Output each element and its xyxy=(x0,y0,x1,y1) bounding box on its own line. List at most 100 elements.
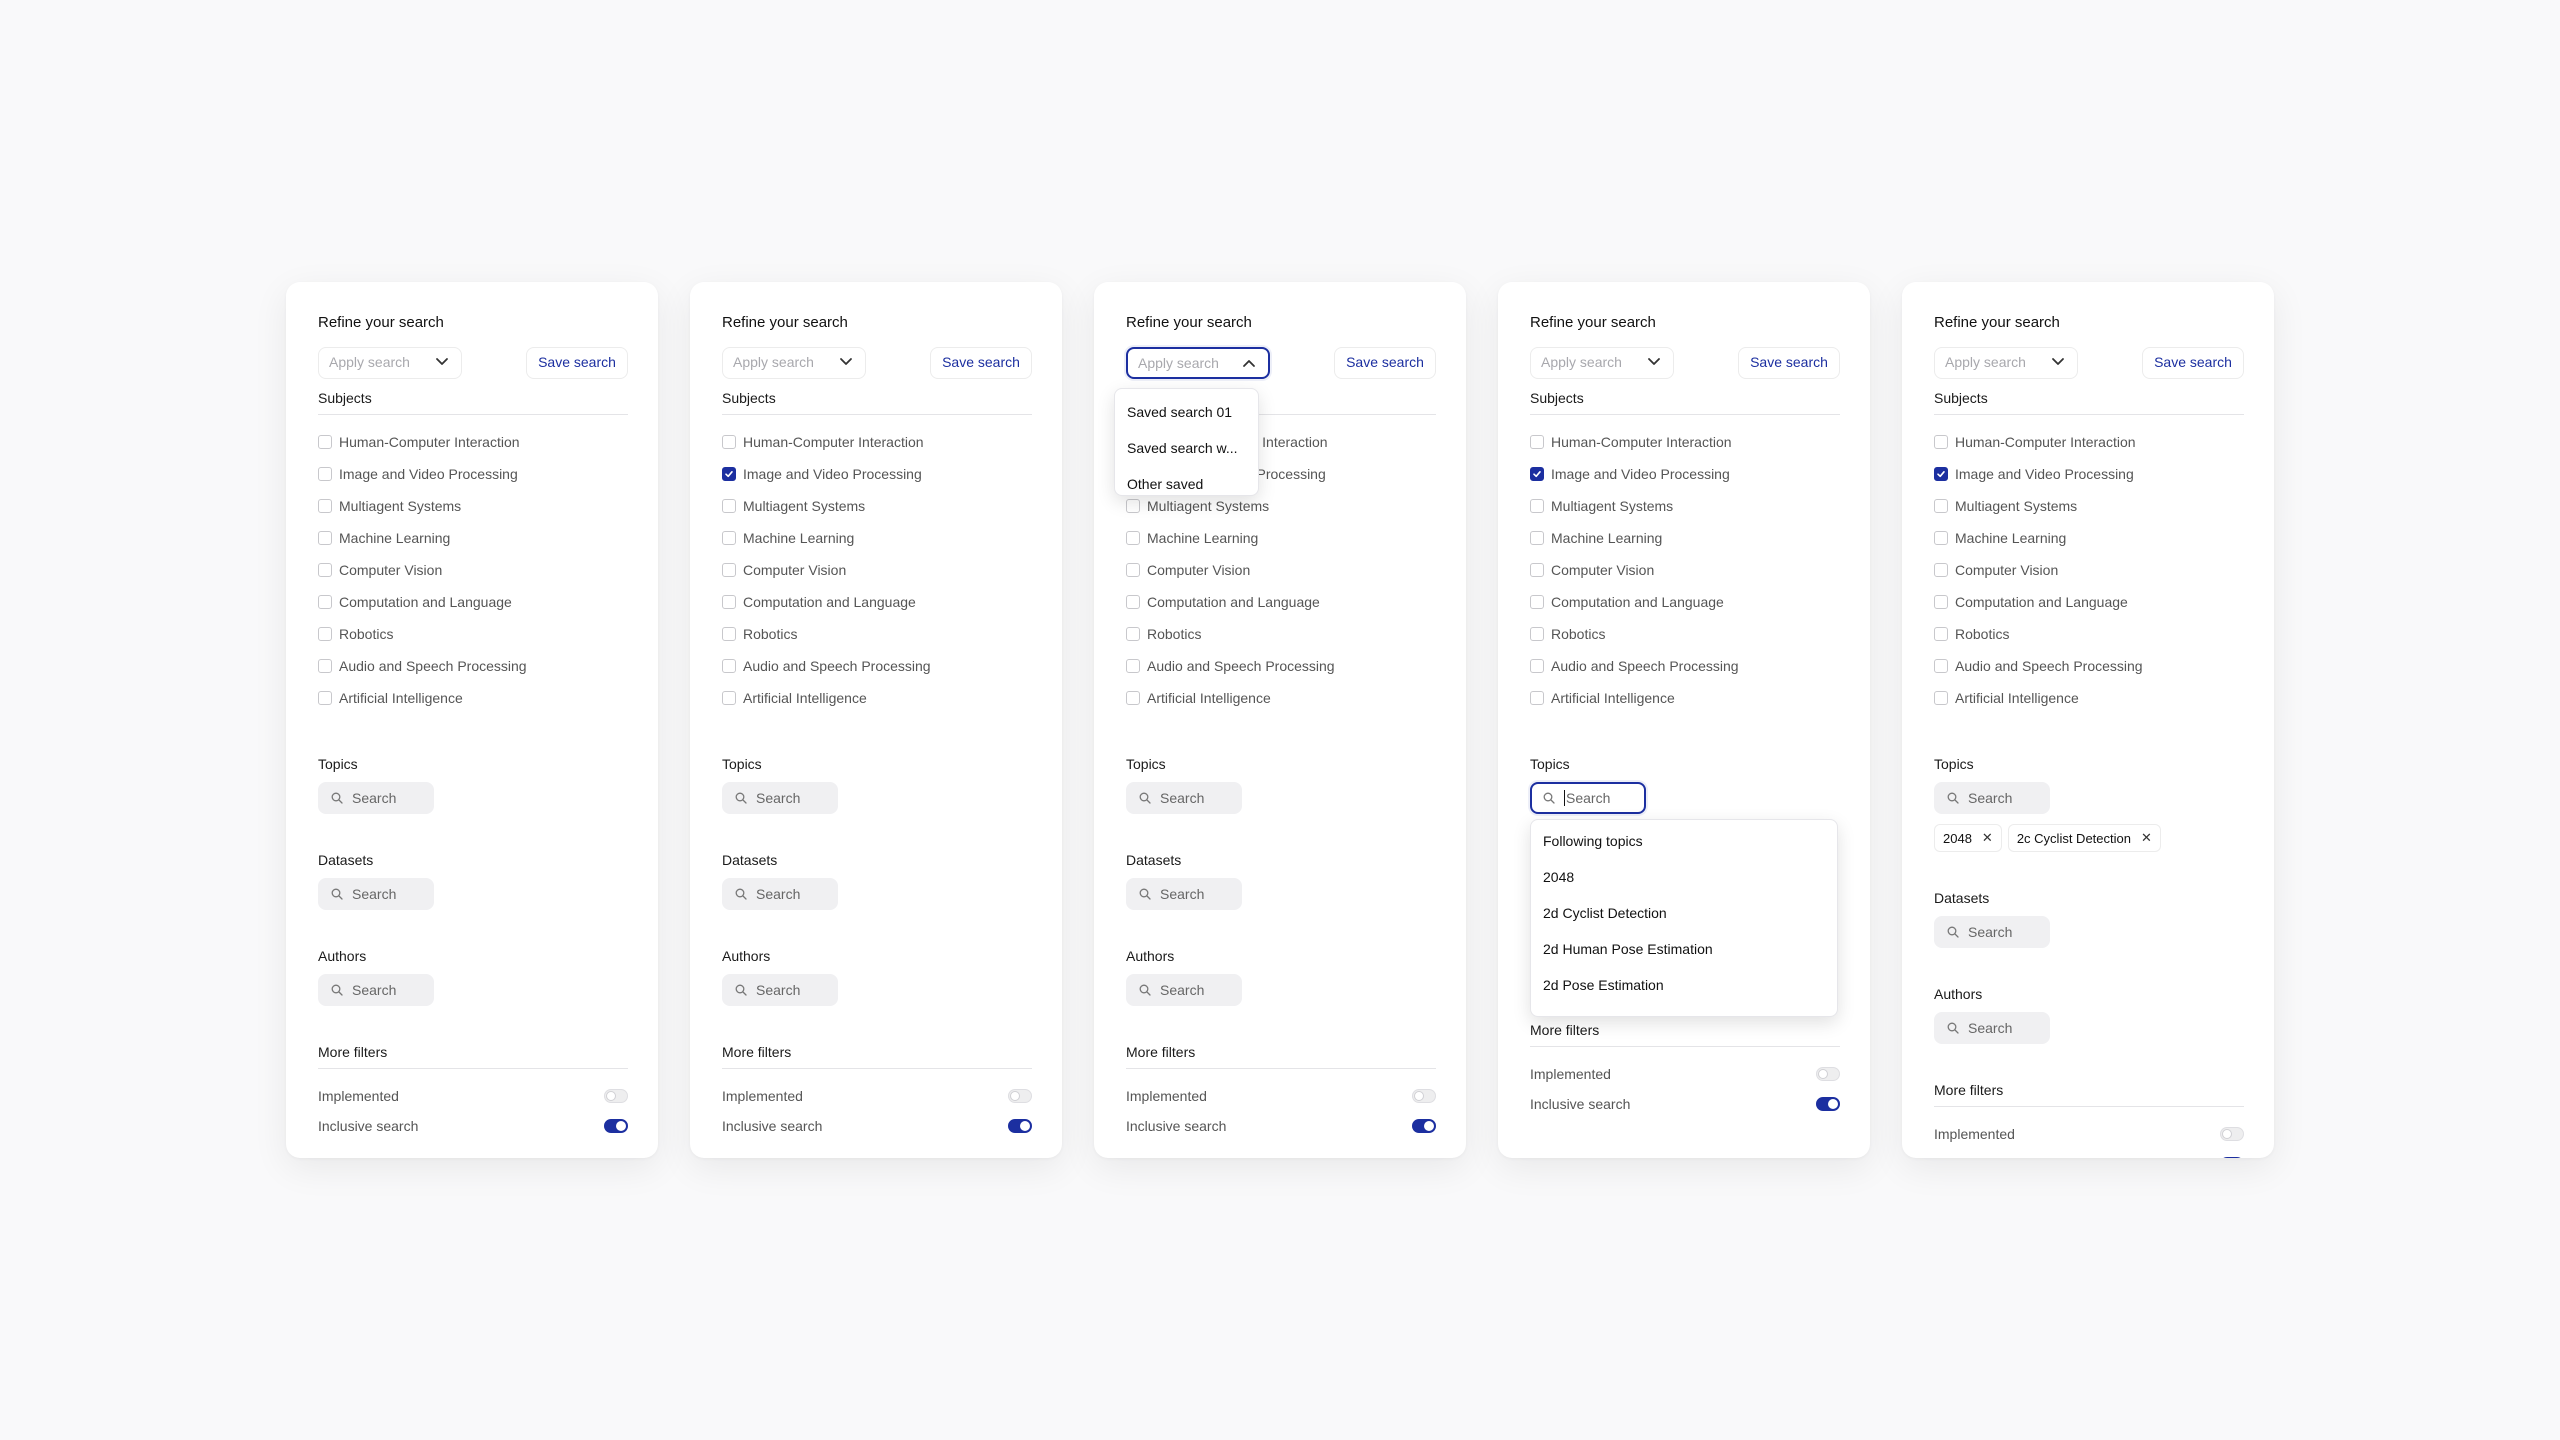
subject-item[interactable]: Robotics xyxy=(1934,618,2244,650)
checkbox[interactable] xyxy=(1934,499,1948,513)
subject-item[interactable]: Image and Video Processing xyxy=(722,458,1032,490)
checkbox[interactable] xyxy=(1934,659,1948,673)
checkbox[interactable] xyxy=(318,691,332,705)
inclusive-toggle[interactable] xyxy=(1412,1119,1436,1133)
subject-item[interactable]: Human-Computer Interaction xyxy=(1934,426,2244,458)
subject-item[interactable]: Machine Learning xyxy=(722,522,1032,554)
subject-item[interactable]: Computation and Language xyxy=(1934,586,2244,618)
subject-item[interactable]: Image and Video Processing xyxy=(1530,458,1840,490)
topics-search-input[interactable]: Search xyxy=(318,782,434,814)
saved-search-option[interactable]: Other saved xyxy=(1115,466,1258,495)
subject-item[interactable]: Computer Vision xyxy=(722,554,1032,586)
checkbox[interactable] xyxy=(318,659,332,673)
topic-option[interactable]: 3d Cyclist Detection xyxy=(1531,1003,1837,1016)
inclusive-toggle[interactable] xyxy=(604,1119,628,1133)
subject-item[interactable]: Human-Computer Interaction xyxy=(1530,426,1840,458)
subject-item[interactable]: Multiagent Systems xyxy=(318,490,628,522)
topic-option[interactable]: 2d Pose Estimation xyxy=(1531,967,1837,1003)
inclusive-toggle[interactable] xyxy=(1008,1119,1032,1133)
authors-search-input[interactable]: Search xyxy=(318,974,434,1006)
checkbox[interactable] xyxy=(318,435,332,449)
authors-search-input[interactable]: Search xyxy=(1126,974,1242,1006)
authors-search-input[interactable]: Search xyxy=(1934,1012,2050,1044)
checkbox[interactable] xyxy=(318,499,332,513)
checkbox[interactable] xyxy=(1934,627,1948,641)
checkbox[interactable] xyxy=(722,435,736,449)
checkbox[interactable] xyxy=(1530,595,1544,609)
inclusive-toggle[interactable] xyxy=(1816,1097,1840,1111)
subject-item[interactable]: Machine Learning xyxy=(1530,522,1840,554)
subject-item[interactable]: Computation and Language xyxy=(318,586,628,618)
checkbox[interactable] xyxy=(722,563,736,577)
subject-item[interactable]: Robotics xyxy=(1530,618,1840,650)
subject-item[interactable]: Artificial Intelligence xyxy=(1530,682,1840,714)
subject-item[interactable]: Audio and Speech Processing xyxy=(722,650,1032,682)
checkbox[interactable] xyxy=(318,627,332,641)
checkbox[interactable] xyxy=(722,691,736,705)
subject-item[interactable]: Computation and Language xyxy=(1126,586,1436,618)
checkbox[interactable] xyxy=(722,531,736,545)
subject-item[interactable]: Artificial Intelligence xyxy=(1934,682,2244,714)
checkbox[interactable] xyxy=(1530,435,1544,449)
checkbox[interactable] xyxy=(318,467,332,481)
checkbox[interactable] xyxy=(318,595,332,609)
save-search-button[interactable]: Save search xyxy=(1738,347,1840,379)
subject-item[interactable]: Multiagent Systems xyxy=(722,490,1032,522)
checkbox[interactable] xyxy=(1126,691,1140,705)
subject-item[interactable]: Audio and Speech Processing xyxy=(1934,650,2244,682)
subject-item[interactable]: Robotics xyxy=(318,618,628,650)
close-icon[interactable]: ✕ xyxy=(2141,830,2152,846)
subject-item[interactable]: Computation and Language xyxy=(1530,586,1840,618)
apply-search-select[interactable]: Apply search xyxy=(1530,347,1674,379)
implemented-toggle[interactable] xyxy=(1816,1067,1840,1081)
subject-item[interactable]: Machine Learning xyxy=(1126,522,1436,554)
checkbox[interactable] xyxy=(1530,563,1544,577)
checkbox[interactable] xyxy=(1126,531,1140,545)
topics-search-input[interactable]: Search xyxy=(1530,782,1646,814)
topic-option[interactable]: 2d Human Pose Estimation xyxy=(1531,931,1837,967)
apply-search-select[interactable]: Apply search xyxy=(722,347,866,379)
subject-item[interactable]: Computer Vision xyxy=(1126,554,1436,586)
subject-item[interactable]: Computation and Language xyxy=(722,586,1032,618)
checkbox[interactable] xyxy=(318,563,332,577)
save-search-button[interactable]: Save search xyxy=(1334,347,1436,379)
subject-item[interactable]: Image and Video Processing xyxy=(1934,458,2244,490)
apply-search-select[interactable]: Apply search xyxy=(1934,347,2078,379)
authors-search-input[interactable]: Search xyxy=(722,974,838,1006)
datasets-search-input[interactable]: Search xyxy=(1934,916,2050,948)
checkbox-checked[interactable] xyxy=(722,467,736,481)
checkbox[interactable] xyxy=(1126,563,1140,577)
save-search-button[interactable]: Save search xyxy=(930,347,1032,379)
checkbox[interactable] xyxy=(722,659,736,673)
subject-item[interactable]: Computer Vision xyxy=(1934,554,2244,586)
checkbox[interactable] xyxy=(722,595,736,609)
subject-item[interactable]: Artificial Intelligence xyxy=(722,682,1032,714)
save-search-button[interactable]: Save search xyxy=(2142,347,2244,379)
checkbox[interactable] xyxy=(1126,627,1140,641)
subject-item[interactable]: Computer Vision xyxy=(318,554,628,586)
checkbox[interactable] xyxy=(1934,595,1948,609)
subject-item[interactable]: Human-Computer Interaction xyxy=(318,426,628,458)
checkbox[interactable] xyxy=(1934,435,1948,449)
inclusive-toggle[interactable] xyxy=(2220,1157,2244,1158)
checkbox[interactable] xyxy=(722,499,736,513)
implemented-toggle[interactable] xyxy=(1412,1089,1436,1103)
checkbox[interactable] xyxy=(1126,659,1140,673)
checkbox[interactable] xyxy=(1530,691,1544,705)
checkbox-checked[interactable] xyxy=(1934,467,1948,481)
apply-search-select[interactable]: Apply search xyxy=(1126,347,1270,379)
datasets-search-input[interactable]: Search xyxy=(722,878,838,910)
topic-option[interactable]: 2048 xyxy=(1531,859,1837,895)
checkbox-checked[interactable] xyxy=(1530,467,1544,481)
subject-item[interactable]: Machine Learning xyxy=(1934,522,2244,554)
implemented-toggle[interactable] xyxy=(1008,1089,1032,1103)
checkbox[interactable] xyxy=(1530,531,1544,545)
implemented-toggle[interactable] xyxy=(604,1089,628,1103)
subject-item[interactable]: Audio and Speech Processing xyxy=(1530,650,1840,682)
topics-search-input[interactable]: Search xyxy=(1126,782,1242,814)
checkbox[interactable] xyxy=(722,627,736,641)
close-icon[interactable]: ✕ xyxy=(1982,830,1993,846)
subject-item[interactable]: Audio and Speech Processing xyxy=(1126,650,1436,682)
subject-item[interactable]: Multiagent Systems xyxy=(1530,490,1840,522)
subject-item[interactable]: Human-Computer Interaction xyxy=(722,426,1032,458)
